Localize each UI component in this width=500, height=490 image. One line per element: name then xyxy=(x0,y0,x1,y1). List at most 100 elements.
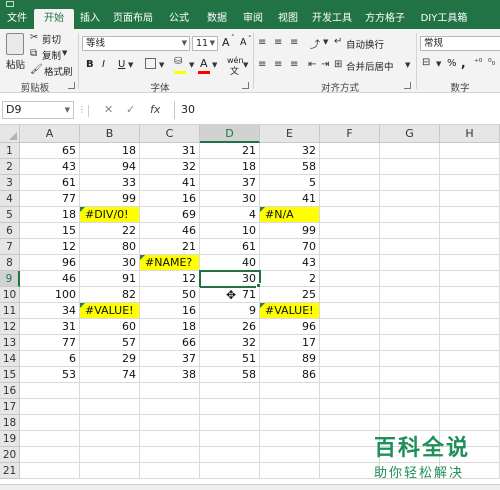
cut-button[interactable]: 剪切 xyxy=(42,32,61,46)
bold-button[interactable]: B xyxy=(86,59,94,70)
cell-g18[interactable] xyxy=(380,415,440,431)
cell-h14[interactable] xyxy=(440,351,500,367)
percent-button[interactable]: % xyxy=(447,58,457,69)
cell-c19[interactable] xyxy=(140,431,200,447)
cell-c10[interactable]: 50 xyxy=(140,287,200,303)
cell-b10[interactable]: 82 xyxy=(80,287,140,303)
chevron-down-icon[interactable]: ▼ xyxy=(405,61,410,69)
cell-e12[interactable]: 96 xyxy=(260,319,320,335)
column-header-c[interactable]: C xyxy=(140,125,200,143)
cell-b12[interactable]: 60 xyxy=(80,319,140,335)
cell-f12[interactable] xyxy=(320,319,380,335)
cell-f6[interactable] xyxy=(320,223,380,239)
cell-c12[interactable]: 18 xyxy=(140,319,200,335)
cell-g9[interactable] xyxy=(380,271,440,287)
cell-g5[interactable] xyxy=(380,207,440,223)
row-header[interactable]: 1 xyxy=(0,143,20,159)
cell-b2[interactable]: 94 xyxy=(80,159,140,175)
chevron-down-icon[interactable]: ▼ xyxy=(436,60,441,68)
cell-h3[interactable] xyxy=(440,175,500,191)
cell-b3[interactable]: 33 xyxy=(80,175,140,191)
formula-input[interactable]: 30 xyxy=(174,101,500,119)
cell-a14[interactable]: 6 xyxy=(20,351,80,367)
cell-c6[interactable]: 46 xyxy=(140,223,200,239)
cell-d8[interactable]: 40 xyxy=(200,255,260,271)
font-name-select[interactable]: 等线 ▼ xyxy=(82,36,190,51)
cell-g3[interactable] xyxy=(380,175,440,191)
cell-c2[interactable]: 32 xyxy=(140,159,200,175)
cell-e20[interactable] xyxy=(260,447,320,463)
cell-a5[interactable]: 18 xyxy=(20,207,80,223)
cell-a8[interactable]: 96 xyxy=(20,255,80,271)
cell-c21[interactable] xyxy=(140,463,200,479)
cell-d21[interactable] xyxy=(200,463,260,479)
cell-a20[interactable] xyxy=(20,447,80,463)
cell-e9[interactable]: 2 xyxy=(260,271,320,287)
row-header[interactable]: 5 xyxy=(0,207,20,223)
cell-h2[interactable] xyxy=(440,159,500,175)
cell-f2[interactable] xyxy=(320,159,380,175)
cell-d17[interactable] xyxy=(200,399,260,415)
cell-f17[interactable] xyxy=(320,399,380,415)
cell-b17[interactable] xyxy=(80,399,140,415)
row-header[interactable]: 7 xyxy=(0,239,20,255)
cell-g7[interactable] xyxy=(380,239,440,255)
cell-c16[interactable] xyxy=(140,383,200,399)
cell-b13[interactable]: 57 xyxy=(80,335,140,351)
cell-c1[interactable]: 31 xyxy=(140,143,200,159)
cell-h12[interactable] xyxy=(440,319,500,335)
cell-b21[interactable] xyxy=(80,463,140,479)
cell-f14[interactable] xyxy=(320,351,380,367)
cell-b5[interactable]: #DIV/0! xyxy=(80,207,140,223)
cell-d9[interactable]: 30 xyxy=(199,270,261,288)
cell-f21[interactable] xyxy=(320,463,380,479)
align-right-icon[interactable]: ≡ xyxy=(290,59,298,70)
cell-b6[interactable]: 22 xyxy=(80,223,140,239)
cell-e2[interactable]: 58 xyxy=(260,159,320,175)
cell-a13[interactable]: 77 xyxy=(20,335,80,351)
cell-d20[interactable] xyxy=(200,447,260,463)
cell-e14[interactable]: 89 xyxy=(260,351,320,367)
cell-g2[interactable] xyxy=(380,159,440,175)
cell-d4[interactable]: 30 xyxy=(200,191,260,207)
row-header[interactable]: 2 xyxy=(0,159,20,175)
borders-icon[interactable] xyxy=(145,58,156,69)
decrease-decimal-icon[interactable]: ⁰₀ xyxy=(488,58,495,68)
paste-button[interactable]: 粘贴 xyxy=(6,57,25,71)
cell-b4[interactable]: 99 xyxy=(80,191,140,207)
cell-e15[interactable]: 86 xyxy=(260,367,320,383)
cell-c20[interactable] xyxy=(140,447,200,463)
increase-indent-icon[interactable]: ⇥ xyxy=(321,59,329,70)
cell-b11[interactable]: #VALUE! xyxy=(80,303,140,319)
cell-f8[interactable] xyxy=(320,255,380,271)
cell-f4[interactable] xyxy=(320,191,380,207)
cell-d7[interactable]: 61 xyxy=(200,239,260,255)
cell-g6[interactable] xyxy=(380,223,440,239)
cell-a17[interactable] xyxy=(20,399,80,415)
cell-d12[interactable]: 26 xyxy=(200,319,260,335)
number-format-select[interactable]: 常规 xyxy=(420,36,500,51)
chevron-down-icon[interactable]: ▼ xyxy=(128,61,133,69)
cell-e6[interactable]: 99 xyxy=(260,223,320,239)
cell-d18[interactable] xyxy=(200,415,260,431)
cell-e3[interactable]: 5 xyxy=(260,175,320,191)
cell-c9[interactable]: 12 xyxy=(140,271,200,287)
cell-h7[interactable] xyxy=(440,239,500,255)
cell-f11[interactable] xyxy=(320,303,380,319)
align-bottom-icon[interactable]: ≡ xyxy=(290,37,298,48)
cell-c3[interactable]: 41 xyxy=(140,175,200,191)
shrink-font-button[interactable]: A xyxy=(240,37,247,48)
cell-b19[interactable] xyxy=(80,431,140,447)
cell-f5[interactable] xyxy=(320,207,380,223)
cell-b20[interactable] xyxy=(80,447,140,463)
cell-d19[interactable] xyxy=(200,431,260,447)
cell-a3[interactable]: 61 xyxy=(20,175,80,191)
cell-b9[interactable]: 91 xyxy=(80,271,140,287)
cell-e1[interactable]: 32 xyxy=(260,143,320,159)
cell-a2[interactable]: 43 xyxy=(20,159,80,175)
select-all-button[interactable] xyxy=(0,125,20,143)
tab-1[interactable]: 开始 xyxy=(34,9,74,29)
row-header[interactable]: 16 xyxy=(0,383,20,399)
column-header-g[interactable]: G xyxy=(380,125,440,143)
copy-button[interactable]: 复制 xyxy=(42,48,61,62)
